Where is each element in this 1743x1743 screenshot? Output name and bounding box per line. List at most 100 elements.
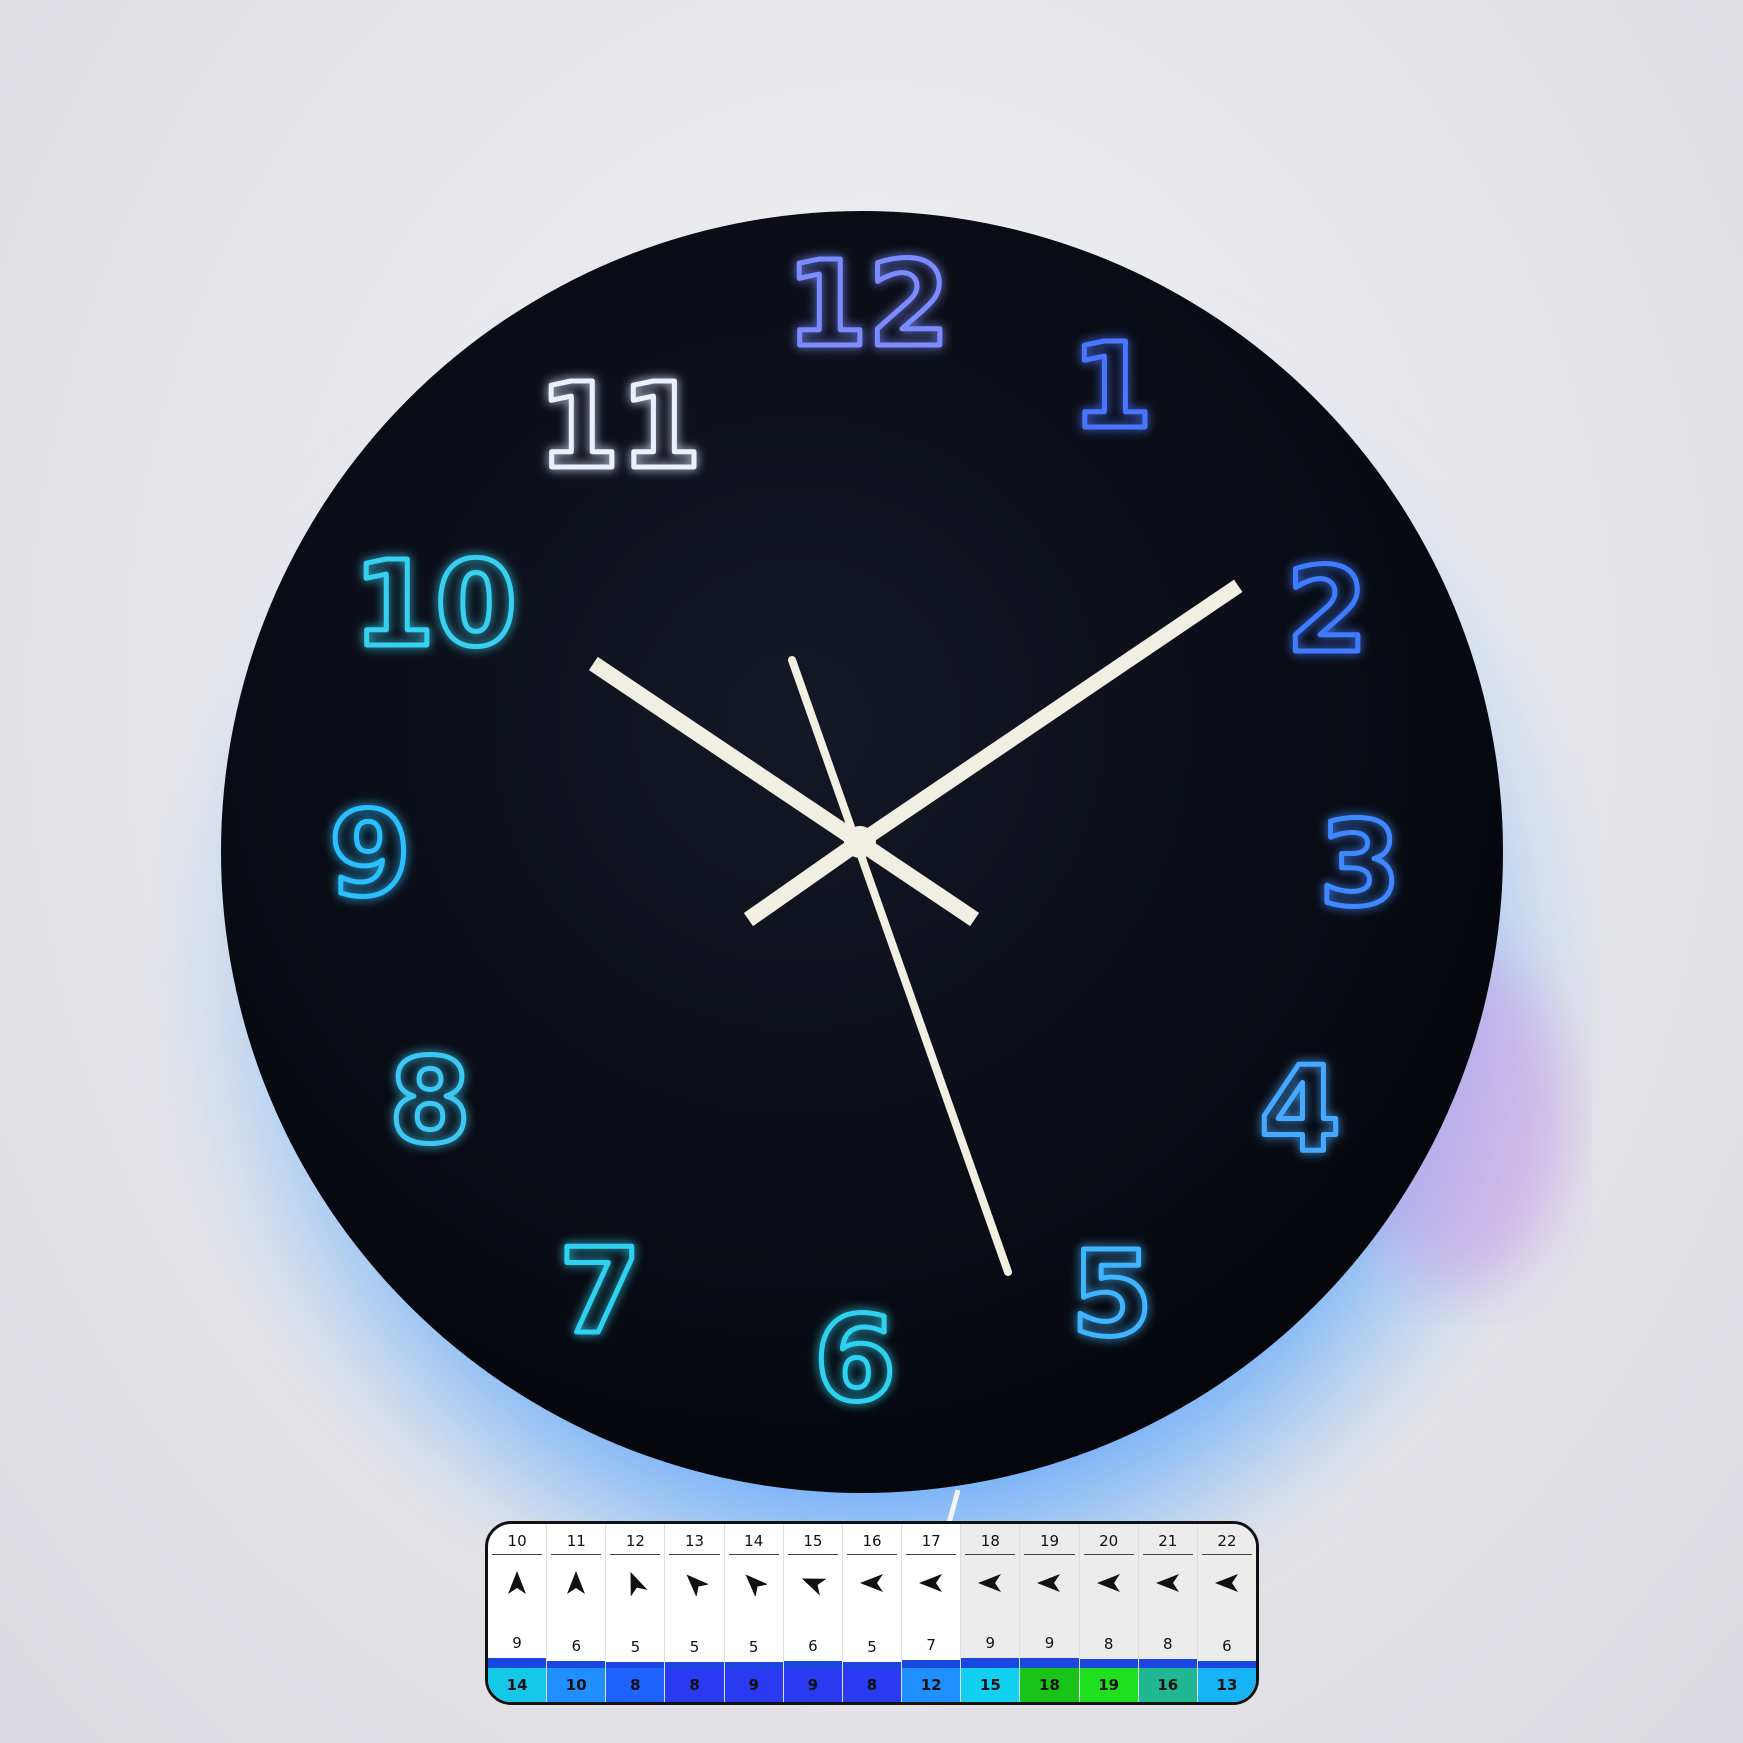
hour-label: 10 (507, 1532, 527, 1550)
header-divider (787, 1554, 838, 1555)
forecast-column: 20 8 19 (1079, 1524, 1139, 1702)
gust-value: 13 (1197, 1668, 1256, 1702)
numeral-9: 9 (329, 785, 411, 923)
gust-value: 12 (902, 1668, 961, 1702)
numeral-11: 11 (538, 357, 702, 495)
wind-direction-arrow-icon (1096, 1574, 1120, 1592)
gust-value: 8 (842, 1668, 902, 1702)
gust-value: 16 (1138, 1668, 1197, 1702)
numeral-4: 4 (1259, 1040, 1341, 1178)
numeral-12: 12 (786, 235, 950, 373)
gust-value: 9 (724, 1668, 783, 1702)
forecast-column: 14 5 9 (724, 1524, 784, 1702)
hour-label: 19 (1039, 1532, 1060, 1550)
hour-label: 13 (685, 1532, 705, 1550)
wind-speed-bar (1020, 1657, 1079, 1668)
wind-speed-value: 6 (1222, 1637, 1232, 1656)
wind-speed-value: 8 (1163, 1634, 1173, 1653)
wind-direction-arrow-icon (630, 1571, 648, 1596)
wind-speed-value: 5 (867, 1638, 877, 1657)
wind-direction-arrow-icon (508, 1571, 527, 1594)
wind-speed-bar (783, 1661, 842, 1668)
gust-value: 14 (488, 1668, 547, 1702)
wind-direction-arrow-icon (1155, 1574, 1179, 1592)
wind-speed-bar (1138, 1658, 1197, 1668)
wind-speed-bar (961, 1657, 1020, 1668)
wind-speed-value: 7 (926, 1635, 936, 1654)
forecast-column: 22 6 13 (1197, 1524, 1256, 1702)
wind-speed-value: 5 (748, 1638, 759, 1657)
gust-value: 18 (1020, 1668, 1079, 1702)
hour-label: 12 (625, 1532, 645, 1550)
wind-direction-arrow-icon (919, 1574, 943, 1592)
wind-speed-value: 6 (571, 1637, 581, 1656)
header-divider (1201, 1554, 1253, 1555)
hour-label: 15 (803, 1532, 823, 1550)
numeral-10: 10 (353, 535, 517, 673)
clock-scene: 121234567891011 (160, 180, 1600, 1620)
wind-speed-value: 5 (630, 1638, 641, 1657)
wind-direction-arrow-icon (801, 1578, 826, 1596)
wind-speed-value: 6 (808, 1637, 818, 1656)
header-divider (1142, 1554, 1193, 1555)
wind-speed-value: 5 (689, 1638, 700, 1657)
header-divider (492, 1554, 543, 1555)
wind-direction-arrow-icon (1214, 1574, 1238, 1592)
numeral-1: 1 (1071, 317, 1153, 455)
forecast-column: 12 5 8 (606, 1524, 666, 1702)
header-divider (1024, 1554, 1075, 1555)
header-divider (965, 1554, 1016, 1555)
hour-label: 21 (1158, 1532, 1178, 1550)
forecast-column: 11 6 10 (547, 1524, 607, 1702)
wind-forecast-grid: 10 9 14 11 6 10 12 5 8 13 5 8 14 5 9 15 6 9 16 5 8 17 7 12 18 9 15… (488, 1524, 1256, 1702)
gust-value: 15 (961, 1668, 1020, 1702)
wind-speed-bar (1079, 1658, 1138, 1668)
gust-value: 8 (606, 1668, 665, 1702)
wind-direction-arrow-icon (567, 1571, 586, 1594)
header-divider (551, 1554, 602, 1555)
gust-value: 9 (783, 1668, 842, 1702)
gust-value: 8 (665, 1668, 724, 1702)
forecast-column: 18 9 15 (961, 1524, 1021, 1702)
hour-label: 17 (921, 1532, 941, 1550)
wind-direction-arrow-icon (686, 1574, 708, 1596)
hour-label: 11 (566, 1532, 586, 1550)
wind-speed-value: 9 (1044, 1633, 1055, 1652)
forecast-column: 13 5 8 (665, 1524, 725, 1702)
wind-direction-arrow-icon (860, 1574, 884, 1592)
header-divider (669, 1554, 720, 1555)
hour-label: 16 (862, 1532, 882, 1550)
gust-value: 10 (547, 1668, 606, 1702)
wind-direction-arrow-icon (745, 1574, 767, 1596)
wind-direction-arrow-icon (1037, 1574, 1061, 1592)
header-divider (728, 1554, 779, 1555)
forecast-column: 21 8 16 (1138, 1524, 1198, 1702)
wind-speed-value: 9 (512, 1633, 522, 1652)
wind-speed-value: 8 (1103, 1634, 1114, 1653)
wind-speed-bar (488, 1657, 547, 1668)
wind-forecast-widget: 10 9 14 11 6 10 12 5 8 13 5 8 14 5 9 15 6 9 16 5 8 17 7 12 18 9 15… (485, 1521, 1259, 1705)
hour-label: 22 (1217, 1532, 1237, 1550)
center-cap (844, 826, 876, 858)
forecast-column: 16 5 8 (842, 1524, 903, 1702)
header-divider (1083, 1554, 1134, 1555)
numeral-6: 6 (814, 1290, 896, 1428)
numeral-7: 7 (559, 1222, 641, 1360)
forecast-column: 10 9 14 (488, 1524, 548, 1702)
hour-label: 18 (980, 1532, 1000, 1550)
numeral-3: 3 (1319, 795, 1401, 933)
header-divider (906, 1554, 957, 1555)
wind-speed-value: 9 (985, 1633, 996, 1652)
wind-speed-bar (1197, 1661, 1256, 1668)
numeral-8: 8 (389, 1032, 471, 1170)
numeral-2: 2 (1286, 541, 1368, 679)
forecast-column: 17 7 12 (902, 1524, 962, 1702)
wind-direction-arrow-icon (978, 1574, 1002, 1592)
wind-speed-bar (902, 1659, 961, 1668)
gust-value: 19 (1079, 1668, 1138, 1702)
hour-label: 14 (744, 1532, 764, 1550)
wind-speed-bar (547, 1661, 606, 1668)
header-divider (610, 1554, 661, 1555)
forecast-column: 15 6 9 (783, 1524, 843, 1702)
header-divider (846, 1554, 898, 1555)
